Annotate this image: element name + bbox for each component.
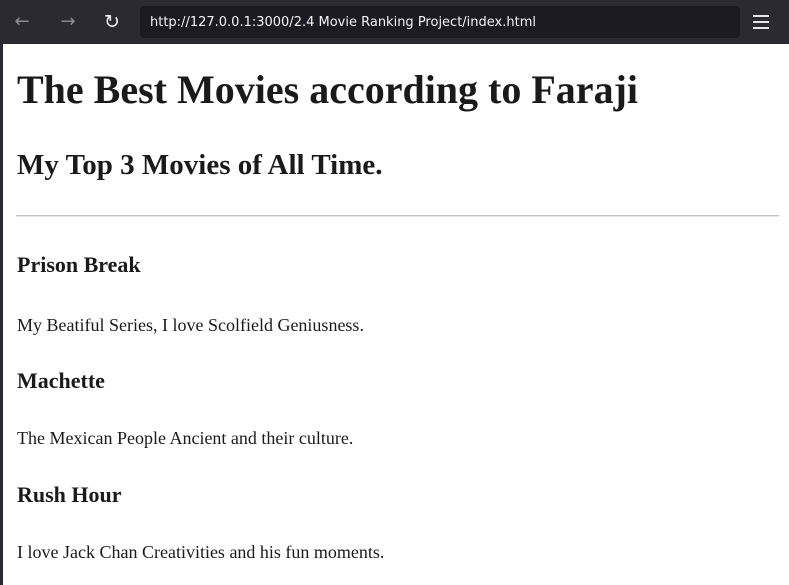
page-subtitle: My Top 3 Movies of All Time. <box>17 149 383 181</box>
url-text: http://127.0.0.1:3000/2.4 Movie Ranking … <box>150 14 536 30</box>
movie-title: Machette <box>17 368 105 393</box>
back-button[interactable]: ← <box>8 8 36 36</box>
page-title: The Best Movies according to Faraji <box>17 67 638 112</box>
movie-description: The Mexican People Ancient and their cul… <box>17 428 354 448</box>
forward-button[interactable]: → <box>54 8 82 36</box>
arrow-left-icon: ← <box>14 11 30 32</box>
arrow-right-icon: → <box>60 11 76 32</box>
browser-toolbar: ← → ↻ http://127.0.0.1:3000/2.4 Movie Ra… <box>0 0 789 44</box>
address-bar[interactable]: http://127.0.0.1:3000/2.4 Movie Ranking … <box>140 6 740 38</box>
movie-description: My Beatiful Series, I love Scolfield Gen… <box>17 315 364 335</box>
hamburger-menu-icon <box>753 15 769 17</box>
reload-button[interactable]: ↻ <box>98 8 126 36</box>
menu-button[interactable] <box>747 8 775 36</box>
movie-title: Prison Break <box>17 252 141 277</box>
reload-icon: ↻ <box>104 10 120 33</box>
movie-description: I love Jack Chan Creativities and his fu… <box>17 542 385 562</box>
page-content: The Best Movies according to Faraji My T… <box>0 44 789 585</box>
movie-title: Rush Hour <box>17 482 122 507</box>
horizontal-rule <box>16 215 779 217</box>
